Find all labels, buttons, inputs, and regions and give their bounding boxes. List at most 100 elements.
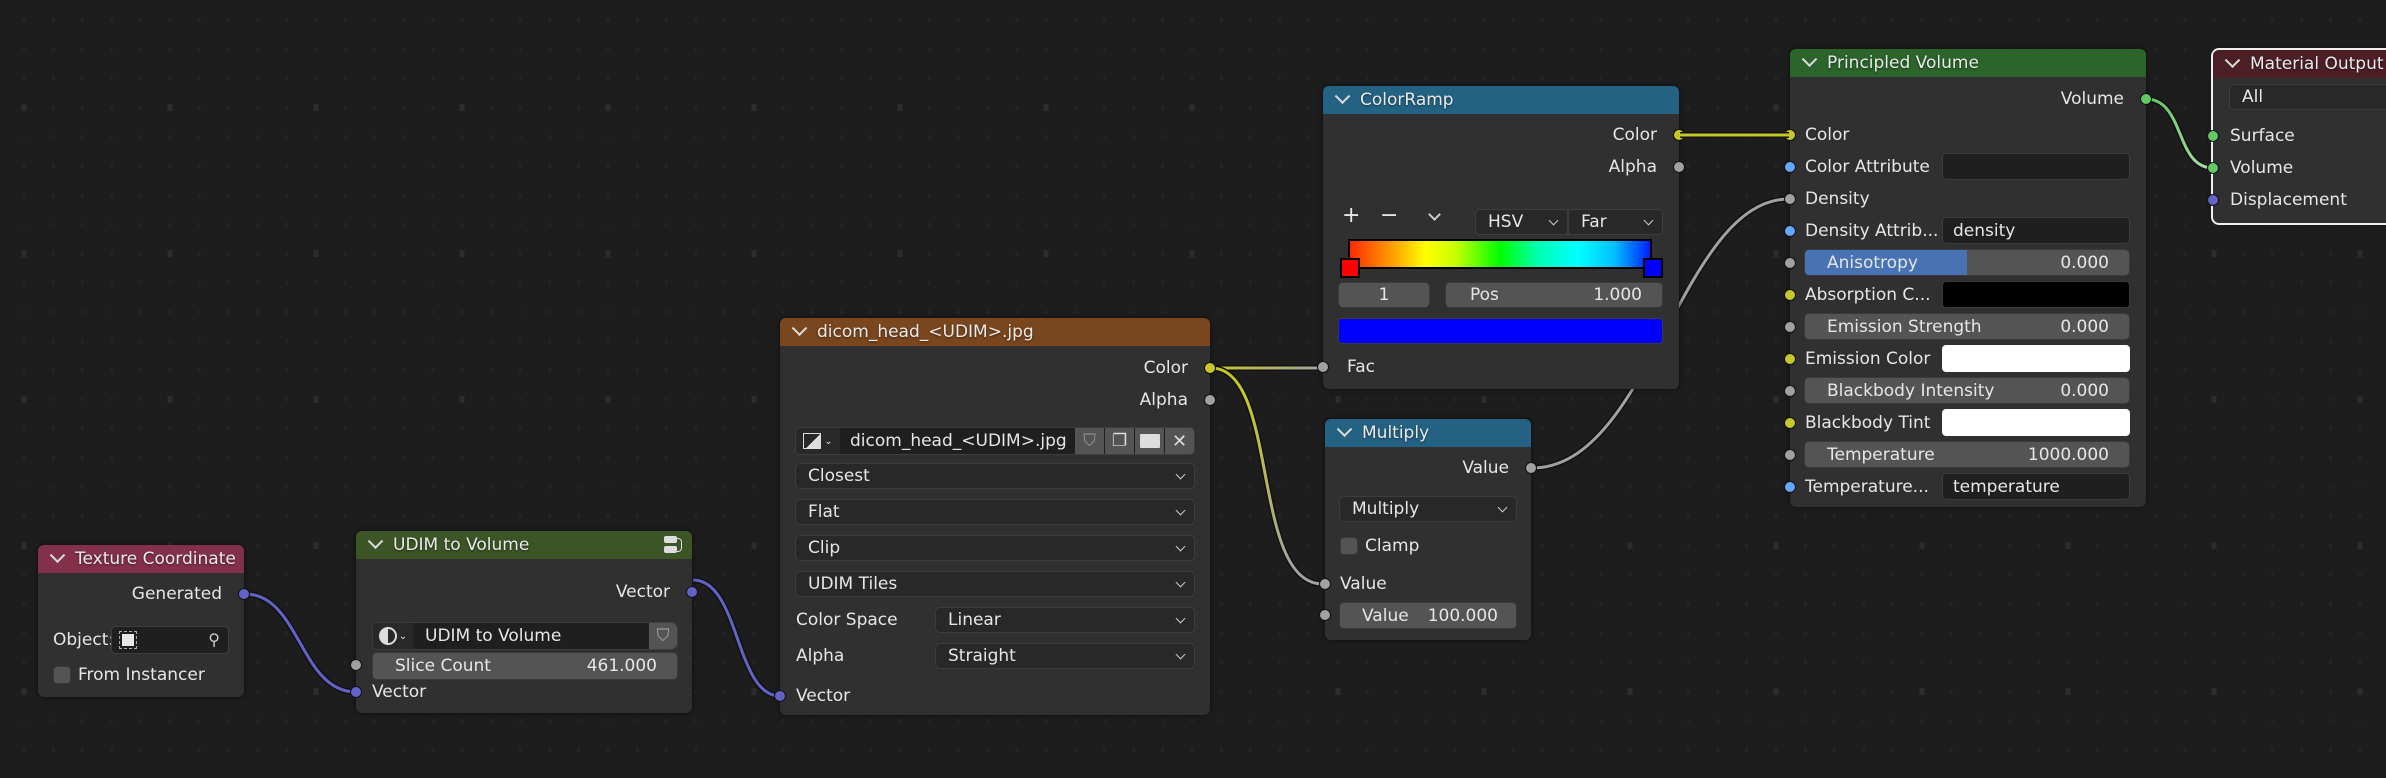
- alpha-mode-dropdown[interactable]: Straight: [935, 643, 1195, 669]
- grid-dot: [635, 310, 639, 314]
- emission-strength-field[interactable]: Emission Strength 0.000: [1804, 313, 2130, 340]
- grid-dot: [1278, 748, 1282, 752]
- hue-interpolation-dropdown[interactable]: Far: [1568, 209, 1663, 235]
- collapse-chevron-icon[interactable]: [367, 532, 384, 549]
- collapse-chevron-icon[interactable]: [1336, 420, 1353, 437]
- node-material-output[interactable]: Material Output All Surface Volume Displ…: [2207, 48, 2386, 225]
- input-socket-value-2[interactable]: [1319, 609, 1331, 621]
- node-header[interactable]: dicom_head_<UDIM>.jpg: [780, 318, 1210, 346]
- temperature-attribute-input[interactable]: temperature: [1942, 473, 2130, 500]
- color-stop-0[interactable]: [1340, 258, 1360, 278]
- projection-dropdown[interactable]: Flat: [795, 499, 1195, 525]
- node-tree-icon[interactable]: ⌄: [373, 623, 413, 649]
- output-socket-generated[interactable]: [238, 588, 250, 600]
- input-socket-vector[interactable]: [350, 686, 362, 698]
- node-texture-coordinate[interactable]: Texture Coordinate Generated Object: ⚲ F…: [38, 545, 250, 697]
- eyedropper-icon[interactable]: ⚲: [208, 630, 220, 649]
- grid-dot: [1278, 18, 1282, 22]
- input-socket-surface[interactable]: [2207, 130, 2219, 142]
- color-ramp-gradient[interactable]: [1348, 239, 1652, 269]
- object-field[interactable]: ⚲: [111, 626, 229, 654]
- active-stop-index[interactable]: 1: [1338, 282, 1430, 308]
- density-attribute-input[interactable]: density: [1942, 217, 2130, 244]
- output-socket-vector[interactable]: [686, 586, 698, 598]
- fake-user-shield-icon[interactable]: ⛉: [649, 623, 677, 649]
- output-socket-volume[interactable]: [2140, 93, 2152, 105]
- input-socket-density[interactable]: [1784, 193, 1796, 205]
- absorption-color-swatch[interactable]: [1942, 281, 2130, 308]
- input-socket-absorption-color[interactable]: [1784, 289, 1796, 301]
- input-socket-density-attribute[interactable]: [1784, 225, 1796, 237]
- from-instancer-checkbox[interactable]: [53, 666, 71, 684]
- image-browse-icon[interactable]: ⌄: [796, 428, 840, 454]
- group-name[interactable]: UDIM to Volume: [425, 626, 649, 646]
- source-dropdown[interactable]: UDIM Tiles: [795, 571, 1195, 597]
- unlink-image-icon[interactable]: ✕: [1165, 428, 1194, 454]
- target-dropdown[interactable]: All: [2229, 84, 2386, 110]
- input-socket-slice-count[interactable]: [350, 659, 362, 671]
- input-socket-blackbody-tint[interactable]: [1784, 417, 1796, 429]
- node-header[interactable]: Multiply: [1325, 419, 1531, 447]
- node-header[interactable]: Principled Volume: [1790, 49, 2146, 77]
- output-socket-alpha[interactable]: [1204, 394, 1216, 406]
- emission-color-swatch[interactable]: [1942, 345, 2130, 372]
- input-socket-volume[interactable]: [2207, 162, 2219, 174]
- collapse-chevron-icon[interactable]: [1801, 50, 1818, 67]
- input-socket-blackbody-intensity[interactable]: [1784, 385, 1796, 397]
- node-header[interactable]: Texture Coordinate: [38, 545, 244, 573]
- input-socket-emission-color[interactable]: [1784, 353, 1796, 365]
- value-2-field[interactable]: Value 100.000: [1339, 602, 1517, 629]
- input-socket-temperature[interactable]: [1784, 449, 1796, 461]
- input-socket-color-attribute[interactable]: [1784, 161, 1796, 173]
- collapse-chevron-icon[interactable]: [2224, 51, 2241, 68]
- blackbody-intensity-field[interactable]: Blackbody Intensity 0.000: [1804, 377, 2130, 404]
- input-socket-displacement[interactable]: [2207, 194, 2219, 206]
- input-socket-color[interactable]: [1784, 129, 1796, 141]
- color-space-dropdown[interactable]: Linear: [935, 607, 1195, 633]
- node-group-icon[interactable]: [664, 536, 682, 554]
- operation-dropdown[interactable]: Multiply: [1339, 496, 1517, 522]
- color-attribute-input[interactable]: [1942, 153, 2130, 180]
- image-selector[interactable]: ⌄ dicom_head_<UDIM>.jpg ⛉ ❐ ✕: [795, 427, 1195, 455]
- color-mode-dropdown[interactable]: HSV: [1475, 209, 1568, 235]
- anisotropy-slider[interactable]: Anisotropy 0.000: [1804, 249, 2130, 276]
- node-image-texture[interactable]: dicom_head_<UDIM>.jpg Color Alpha ⌄ dico…: [774, 318, 1216, 715]
- remove-stop-button[interactable]: −: [1380, 203, 1398, 228]
- duplicate-image-icon[interactable]: ❐: [1105, 428, 1134, 454]
- ramp-menu-chevron-icon[interactable]: [1428, 208, 1441, 221]
- input-socket-emission-strength[interactable]: [1784, 321, 1796, 333]
- input-socket-temperature-attribute[interactable]: [1784, 481, 1796, 493]
- extension-dropdown[interactable]: Clip: [795, 535, 1195, 561]
- color-stop-1-active[interactable]: [1643, 258, 1663, 278]
- interpolation-dropdown[interactable]: Closest: [795, 463, 1195, 489]
- node-color-ramp[interactable]: ColorRamp Color Alpha + − HSV Far 1 Pos …: [1317, 86, 1685, 389]
- node-header[interactable]: UDIM to Volume: [356, 531, 692, 559]
- stop-position-field[interactable]: Pos 1.000: [1445, 282, 1663, 308]
- clamp-checkbox[interactable]: [1340, 537, 1358, 555]
- input-socket-value-1[interactable]: [1319, 578, 1331, 590]
- add-stop-button[interactable]: +: [1342, 203, 1360, 228]
- output-socket-alpha[interactable]: [1673, 161, 1685, 173]
- input-socket-fac[interactable]: [1317, 361, 1329, 373]
- active-stop-color-swatch[interactable]: [1338, 318, 1663, 344]
- temperature-field[interactable]: Temperature 1000.000: [1804, 441, 2130, 468]
- slice-count-field[interactable]: Slice Count 461.000: [372, 652, 678, 680]
- output-socket-color[interactable]: [1673, 129, 1685, 141]
- output-socket-color[interactable]: [1204, 362, 1216, 374]
- output-socket-value[interactable]: [1525, 462, 1537, 474]
- open-folder-icon[interactable]: [1135, 428, 1164, 454]
- input-socket-anisotropy[interactable]: [1784, 257, 1796, 269]
- fake-user-shield-icon[interactable]: ⛉: [1075, 428, 1104, 454]
- node-group-selector[interactable]: ⌄ UDIM to Volume ⛉: [372, 622, 678, 650]
- node-header[interactable]: ColorRamp: [1323, 86, 1679, 114]
- node-principled-volume[interactable]: Principled Volume Volume Color Color Att…: [1784, 49, 2152, 507]
- node-udim-to-volume[interactable]: UDIM to Volume Vector ⌄ UDIM to Volume ⛉…: [350, 531, 698, 713]
- input-socket-vector[interactable]: [774, 690, 786, 702]
- blackbody-tint-swatch[interactable]: [1942, 409, 2130, 436]
- node-math-multiply[interactable]: Multiply Value Multiply Clamp Value Valu…: [1319, 419, 1537, 640]
- node-header[interactable]: Material Output: [2213, 50, 2386, 78]
- image-name[interactable]: dicom_head_<UDIM>.jpg: [850, 431, 1075, 451]
- collapse-chevron-icon[interactable]: [1334, 87, 1351, 104]
- collapse-chevron-icon[interactable]: [49, 546, 66, 563]
- collapse-chevron-icon[interactable]: [791, 319, 808, 336]
